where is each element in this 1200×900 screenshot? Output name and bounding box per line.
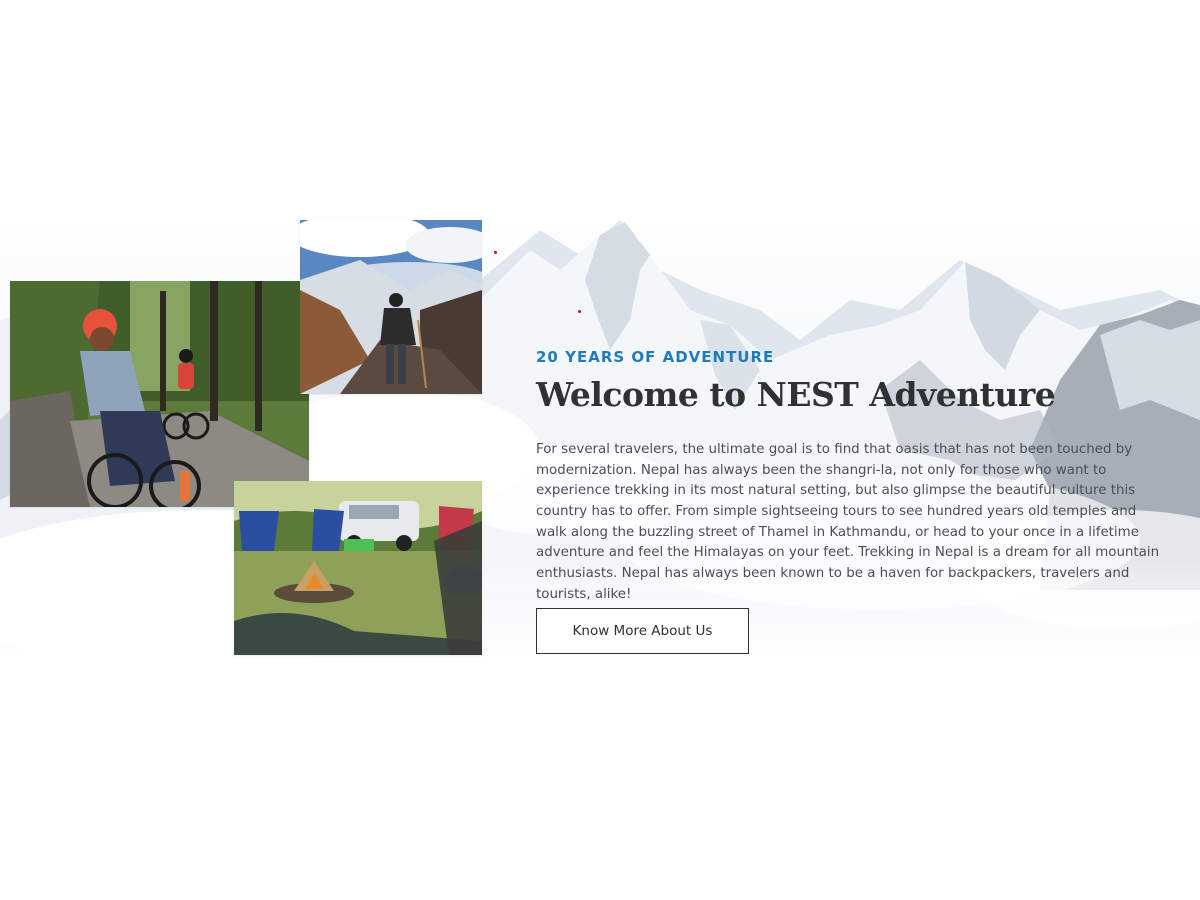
cyclists-photo	[10, 281, 309, 507]
know-more-button[interactable]: Know More About Us	[536, 608, 749, 654]
map-marker-dot	[578, 310, 581, 313]
section-eyebrow: 20 YEARS OF ADVENTURE	[536, 348, 775, 366]
campsite-photo	[234, 481, 482, 655]
backdrop-top-fade	[0, 160, 1200, 230]
map-marker-dot	[494, 251, 497, 254]
section-title: Welcome to NEST Adventure	[536, 375, 1056, 414]
section-description: For several travelers, the ultimate goal…	[536, 441, 1160, 602]
hiker-photo	[300, 220, 482, 394]
about-section: 20 YEARS OF ADVENTURE Welcome to NEST Ad…	[536, 348, 1176, 606]
